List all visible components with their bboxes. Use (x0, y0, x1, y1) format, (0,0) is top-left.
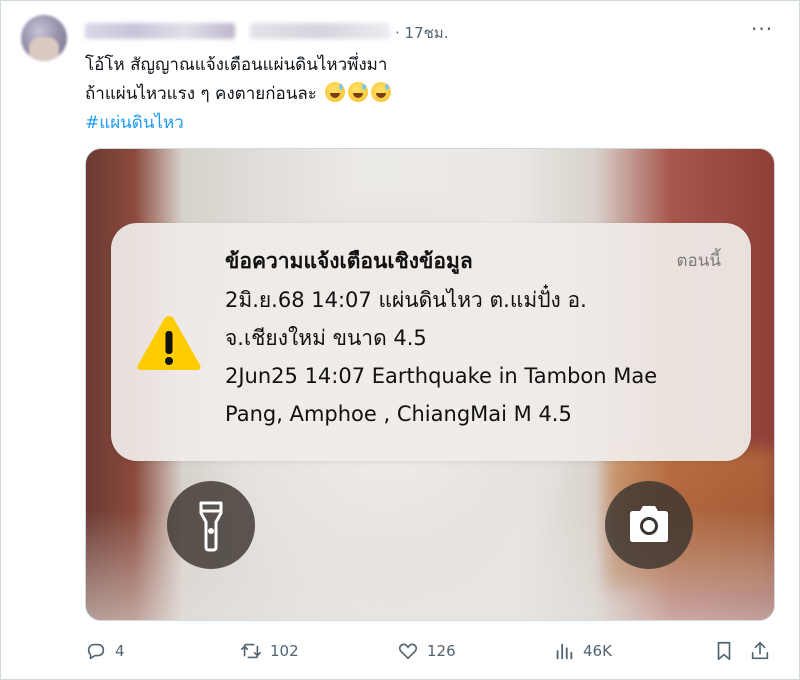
camera-button (605, 481, 693, 569)
camera-icon (630, 506, 668, 542)
alert-body-line: Pang, Amphoe , ChiangMai M 4.5 (225, 402, 572, 426)
share-icon (751, 641, 769, 660)
like-button[interactable]: 126 (397, 637, 456, 665)
tweet-text-line: โอ้โห สัญญาณแจ้งเตือนแผ่นดินไหวพึ่งมา (85, 55, 388, 75)
grinning-sweat-emoji-icon (348, 82, 369, 102)
views-count: 46K (583, 642, 612, 660)
tweet-text-line-with-emojis: ถ้าแผ่นไหวแรง ๆ คงตายก่อนละ (85, 80, 765, 109)
alert-time: ตอนนี้ (676, 251, 722, 271)
tweet-header: · 17ชม. ··· (85, 19, 775, 42)
warning-triangle-icon (137, 316, 201, 370)
views-bar-chart-icon (556, 643, 573, 660)
alert-title: ข้อความแจ้งเตือนเชิงข้อมูล (225, 249, 473, 273)
earthquake-alert-notification: ข้อความแจ้งเตือนเชิงข้อมูล ตอนนี้ 2มิ.ย.… (111, 223, 751, 461)
share-button[interactable] (749, 637, 771, 665)
more-dots-icon[interactable]: ··· (751, 19, 773, 39)
bookmark-icon (717, 641, 731, 661)
tweet-actions-bar: 4 102 126 46K (85, 637, 775, 665)
grinning-sweat-emoji-icon (325, 82, 346, 102)
reply-count: 4 (115, 642, 125, 660)
bookmark-button[interactable] (713, 637, 735, 665)
retweet-count: 102 (270, 642, 299, 660)
alert-body-line: 2Jun25 14:07 Earthquake in Tambon Mae (225, 364, 658, 388)
alert-body: 2มิ.ย.68 14:07 แผ่นดินไหว ต.แม่ปั๋ง อ. จ… (225, 281, 730, 433)
author-name-blurred[interactable] (85, 23, 235, 39)
tweet-card[interactable]: · 17ชม. ··· โอ้โห สัญญาณแจ้งเตือนแผ่นดิน… (0, 0, 800, 680)
retweet-icon (241, 643, 261, 659)
like-count: 126 (427, 642, 456, 660)
avatar[interactable] (21, 15, 67, 61)
author-handle-blurred[interactable] (250, 23, 390, 39)
alert-body-line: จ.เชียงใหม่ ขนาด 4.5 (225, 326, 427, 350)
reply-icon (87, 643, 105, 660)
tweet-text: โอ้โห สัญญาณแจ้งเตือนแผ่นดินไหวพึ่งมา ถ้… (85, 51, 765, 138)
flashlight-icon (199, 501, 223, 552)
hashtag-link[interactable]: #แผ่นดินไหว (85, 109, 765, 138)
tweet-text-line: ถ้าแผ่นไหวแรง ๆ คงตายก่อนละ (85, 84, 317, 104)
views-button[interactable]: 46K (553, 637, 612, 665)
grinning-sweat-emoji-icon (371, 82, 392, 102)
tweet-timestamp[interactable]: · 17ชม. (395, 21, 448, 45)
reply-button[interactable]: 4 (85, 637, 125, 665)
heart-icon (398, 643, 418, 660)
flashlight-button (167, 481, 255, 569)
retweet-button[interactable]: 102 (240, 637, 299, 665)
alert-body-line: 2มิ.ย.68 14:07 แผ่นดินไหว ต.แม่ปั๋ง อ. (225, 288, 587, 312)
